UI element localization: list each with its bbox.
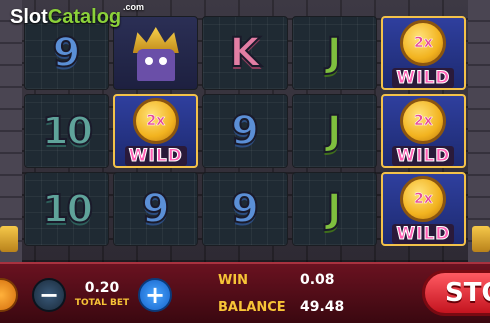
increase-bet-button[interactable]: +: [138, 278, 172, 312]
symbol-glyph: 10: [41, 109, 94, 153]
symbol-glyph: J: [326, 108, 343, 154]
gold-ornament-right: [472, 226, 490, 252]
gold-coin-icon: 2x: [132, 98, 179, 144]
gold-coin-icon: 2x: [400, 176, 447, 222]
wild-symbol: 2x WILD: [380, 172, 466, 246]
reel-symbol-j: J: [291, 172, 377, 246]
reel-symbol-10: 10: [24, 94, 110, 168]
wild-multiplier: 2x: [414, 191, 433, 208]
reel-symbol-10: 10: [24, 172, 110, 246]
symbol-glyph: 9: [141, 186, 171, 232]
symbol-glyph: K: [228, 30, 261, 76]
reel-symbol-9: 9: [113, 172, 199, 246]
wild-label: WILD: [392, 68, 455, 89]
win-label: WIN: [218, 273, 249, 288]
wild-symbol: 2x WILD: [380, 16, 466, 90]
symbol-glyph: 9: [52, 30, 82, 76]
symbol-glyph: J: [326, 186, 343, 232]
reel-grid: 9 K J 2x WILD 10 2x WILD 9 J 2x WILD 10 9 9 J 2x WILD: [22, 14, 468, 246]
symbol-glyph: 10: [41, 187, 94, 231]
wild-label: WILD: [124, 146, 187, 167]
total-bet-label: TOTAL BET: [74, 298, 130, 308]
win-value: 0.08: [300, 272, 335, 288]
total-bet-value: 0.20: [84, 280, 120, 296]
symbol-glyph: 9: [230, 108, 260, 154]
reel-symbol-9: 9: [202, 172, 288, 246]
site-logo: SlotCatalog .com: [10, 2, 145, 28]
bonus-character-symbol: [113, 16, 199, 90]
balance-label: BALANCE: [218, 300, 286, 315]
right-pillar: [468, 0, 490, 262]
crowned-character-icon: [121, 23, 191, 83]
reel-symbol-j: J: [291, 16, 377, 90]
gold-coin-icon: 2x: [400, 20, 447, 66]
reel-symbol-j: J: [291, 94, 377, 168]
wild-multiplier: 2x: [146, 113, 166, 130]
gold-ornament-left: [0, 226, 18, 252]
balance-value: 49.48: [300, 299, 345, 315]
reel-symbol-k: K: [202, 16, 288, 90]
wild-symbol: 2x WILD: [380, 94, 466, 168]
wild-symbol: 2x WILD: [113, 94, 199, 168]
symbol-glyph: J: [326, 30, 343, 76]
wild-multiplier: 2x: [414, 113, 433, 130]
wild-label: WILD: [392, 146, 455, 167]
symbol-glyph: 9: [230, 186, 260, 232]
left-pillar: [0, 0, 22, 262]
wild-label: WILD: [392, 224, 455, 245]
decrease-bet-button[interactable]: −: [32, 278, 66, 312]
gold-coin-icon: 2x: [400, 98, 447, 144]
reel-symbol-9: 9: [202, 94, 288, 168]
wild-multiplier: 2x: [414, 35, 433, 52]
stop-button[interactable]: STOP: [422, 270, 490, 316]
